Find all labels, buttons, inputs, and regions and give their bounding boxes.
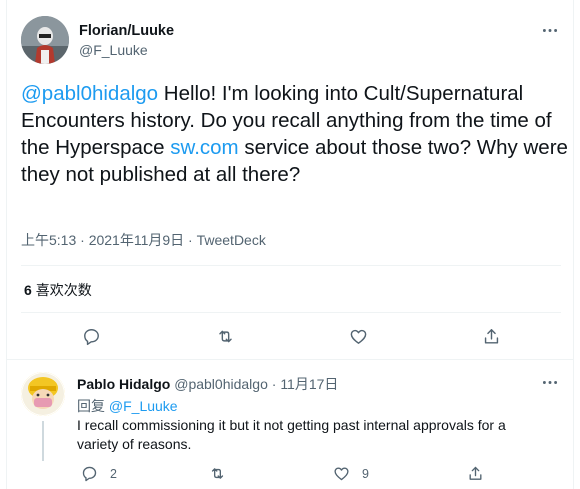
likes-count: 6 bbox=[24, 282, 32, 298]
author-avatar[interactable] bbox=[21, 16, 69, 64]
tweet-timestamp[interactable]: 上午5:13 · 2021年11月9日 · TweetDeck bbox=[21, 230, 266, 250]
heart-icon bbox=[334, 467, 349, 481]
reply-button[interactable] bbox=[79, 324, 103, 348]
like-button[interactable] bbox=[346, 324, 370, 348]
tweet-text: @pabl0hidalgo Hello! I'm looking into Cu… bbox=[21, 80, 571, 188]
reply-share-button[interactable] bbox=[467, 465, 484, 482]
reply-author-avatar[interactable] bbox=[21, 372, 65, 416]
retweet-button[interactable] bbox=[213, 324, 237, 348]
thread-line bbox=[42, 421, 44, 461]
reply-header: Pablo Hidalgo @pabl0hidalgo · 11月17日 bbox=[77, 374, 338, 394]
replying-label: 回复 bbox=[77, 398, 109, 414]
share-icon bbox=[469, 466, 482, 480]
more-options-button[interactable] bbox=[540, 20, 560, 40]
author-handle[interactable]: @F_Luuke bbox=[79, 42, 148, 58]
reply-separator: · bbox=[267, 376, 281, 392]
url-link[interactable]: sw.com bbox=[170, 136, 238, 159]
reply-reply-button[interactable]: 2 bbox=[81, 465, 117, 482]
likes-label: 喜欢次数 bbox=[35, 282, 92, 298]
reply-author-name[interactable]: Pablo Hidalgo bbox=[77, 376, 170, 392]
divider bbox=[21, 265, 561, 266]
reply-text: I recall commissioning it but it not get… bbox=[77, 417, 506, 452]
reply-icon bbox=[83, 328, 99, 345]
reply-like-count: 9 bbox=[362, 466, 369, 481]
tweet-actions bbox=[21, 324, 561, 352]
more-icon bbox=[542, 380, 558, 384]
reply-date[interactable]: 11月17日 bbox=[280, 376, 338, 392]
reply-icon bbox=[82, 466, 97, 482]
author-name[interactable]: Florian/Luuke bbox=[79, 23, 174, 39]
share-button[interactable] bbox=[479, 324, 503, 348]
replying-to: 回复 @F_Luuke bbox=[77, 396, 178, 416]
likes-stat[interactable]: 6 喜欢次数 bbox=[24, 280, 92, 300]
reply-retweet-button[interactable] bbox=[209, 465, 226, 482]
share-icon bbox=[484, 328, 498, 344]
heart-icon bbox=[350, 329, 366, 344]
reply-actions: 2 9 bbox=[77, 465, 557, 485]
reply-reply-count: 2 bbox=[110, 466, 117, 481]
divider bbox=[21, 312, 561, 313]
mention-link[interactable]: @pabl0hidalgo bbox=[21, 82, 158, 105]
divider bbox=[6, 359, 574, 360]
replying-to-link[interactable]: @F_Luuke bbox=[109, 398, 178, 414]
reply-like-button[interactable]: 9 bbox=[333, 465, 369, 482]
reply-more-options-button[interactable] bbox=[540, 372, 560, 392]
retweet-icon bbox=[218, 330, 232, 342]
more-icon bbox=[542, 28, 558, 32]
reply-author-handle[interactable]: @pabl0hidalgo bbox=[174, 376, 268, 392]
retweet-icon bbox=[211, 468, 224, 479]
